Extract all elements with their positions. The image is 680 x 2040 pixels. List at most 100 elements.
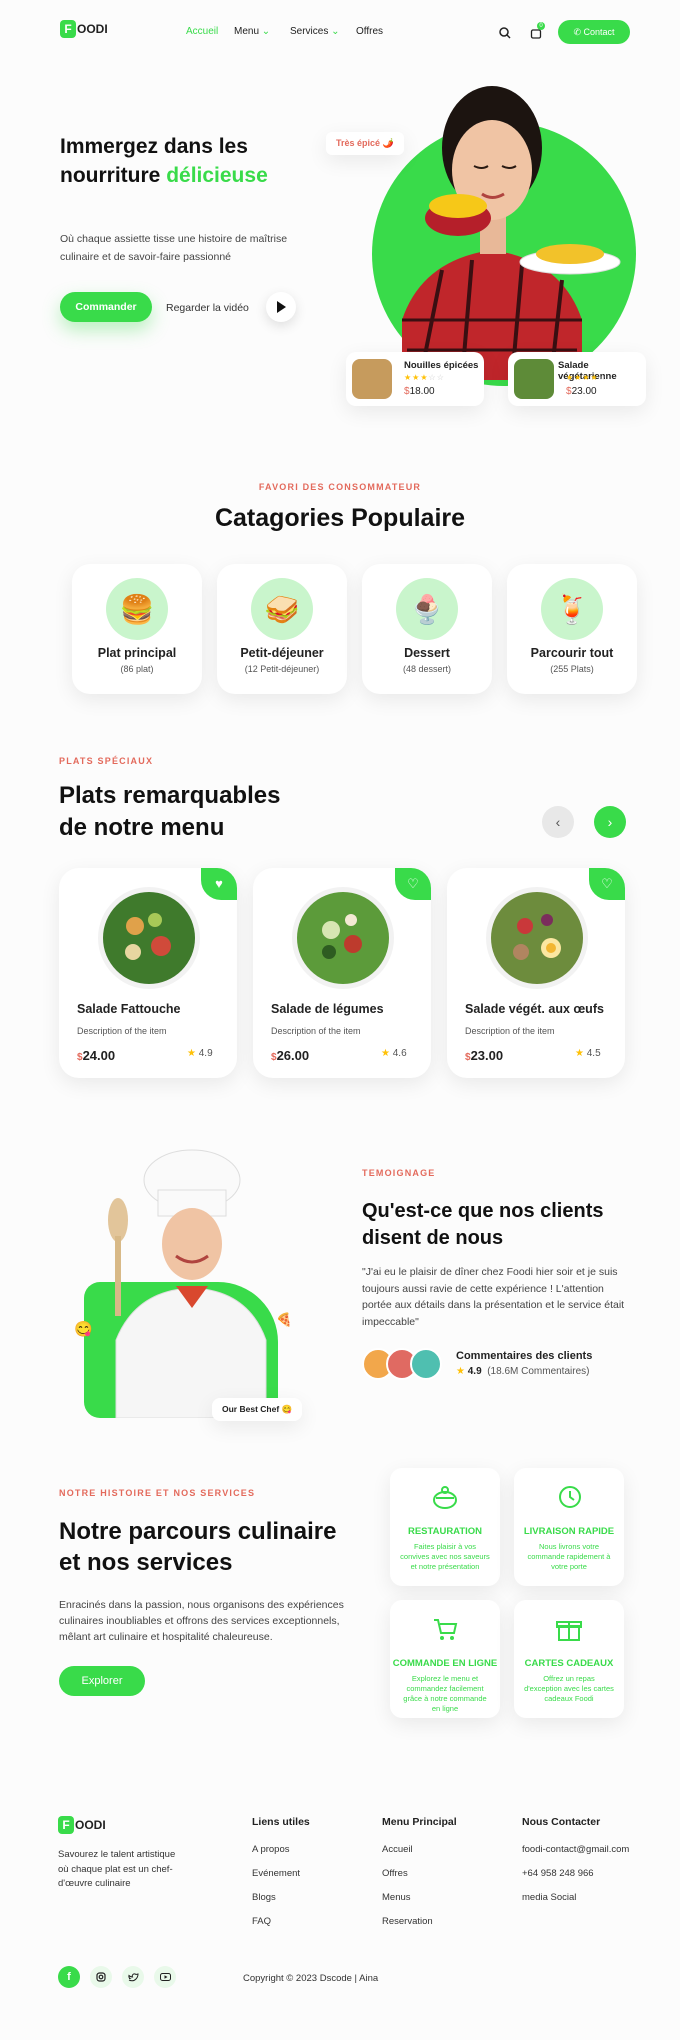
heart-icon[interactable]: ♥ <box>201 868 237 900</box>
facebook-icon[interactable]: f <box>58 1966 80 1988</box>
footer-link[interactable]: Accueil <box>382 1844 457 1855</box>
play-icon <box>277 301 286 313</box>
logo[interactable]: F OODI <box>60 20 108 38</box>
category-count: (86 plat) <box>120 664 154 674</box>
footer-link[interactable]: A propos <box>252 1844 310 1855</box>
dish-card[interactable]: ♡ Salade végét. aux œufs Description of … <box>447 868 625 1078</box>
dish-card[interactable]: ♥ Salade Fattouche Description of the it… <box>59 868 237 1078</box>
footer-link[interactable]: Menus <box>382 1892 457 1903</box>
heart-icon[interactable]: ♡ <box>395 868 431 900</box>
avatar <box>410 1348 442 1380</box>
nav-services[interactable]: Services ⌄ <box>290 26 356 37</box>
footer-link[interactable]: Offres <box>382 1868 457 1879</box>
service-card[interactable]: LIVRAISON RAPIDE Nous livrons votre comm… <box>514 1468 624 1586</box>
dish-description: Description of the item <box>271 1026 361 1036</box>
service-title: RESTAURATION <box>407 1526 483 1537</box>
hero-product-card[interactable]: Salade végétarienne ★★★★☆ $23.00 <box>508 352 646 406</box>
prev-arrow-button[interactable]: ‹ <box>542 806 574 838</box>
gift-icon <box>556 1621 582 1641</box>
dish-description: Description of the item <box>77 1026 167 1036</box>
service-description: Offrez un repas d'exception avec les car… <box>524 1674 614 1703</box>
order-button[interactable]: Commander <box>60 292 152 322</box>
service-title: COMMANDE EN LIGNE <box>392 1658 498 1669</box>
category-card[interactable]: 🥪 Petit-déjeuner (12 Petit-déjeuner) <box>217 564 347 694</box>
footer-link[interactable]: Reservation <box>382 1916 457 1927</box>
service-card[interactable]: CARTES CADEAUX Offrez un repas d'excepti… <box>514 1600 624 1718</box>
dish-name: Salade de légumes <box>271 1002 384 1016</box>
contact-button[interactable]: ✆ Contact <box>558 20 630 44</box>
nav-menu[interactable]: Menu ⌄ <box>234 26 290 37</box>
nav-offres[interactable]: Offres <box>356 26 383 37</box>
services-description: Enracinés dans la passion, nous organiso… <box>59 1599 344 1643</box>
heart-icon[interactable]: ♡ <box>589 868 625 900</box>
instagram-icon[interactable] <box>90 1966 112 1988</box>
logo-mark: F <box>60 20 76 38</box>
category-count: (48 dessert) <box>402 664 452 674</box>
salad-thumbnail <box>514 359 554 399</box>
next-arrow-button[interactable]: › <box>594 806 626 838</box>
dish-rating: ★ 4.9 <box>187 1048 213 1059</box>
footer-phone[interactable]: +64 958 248 966 <box>522 1868 629 1879</box>
category-count: (12 Petit-déjeuner) <box>244 664 320 674</box>
service-card[interactable]: COMMANDE EN LIGNE Explorez le menu et co… <box>390 1600 500 1718</box>
reviews-title: Commentaires des clients <box>456 1350 593 1362</box>
specials-subtitle: PLATS SPÉCIAUX <box>59 756 154 766</box>
chevron-left-icon: ‹ <box>555 814 561 830</box>
hero-product-card[interactable]: Nouilles épicées ★★★☆☆ $18.00 <box>346 352 484 406</box>
service-description: Nous livrons votre commande rapidement à… <box>527 1542 611 1571</box>
youtube-icon[interactable] <box>154 1966 176 1988</box>
chef-badge: Our Best Chef 😋 <box>212 1398 303 1421</box>
star-icon: ★ <box>187 1048 196 1059</box>
egg-salad-image <box>486 887 588 989</box>
dish-price: $26.00 <box>271 1048 310 1063</box>
footer-email[interactable]: foodi-contact@gmail.com <box>522 1844 629 1855</box>
service-description: Explorez le menu et commandez facilement… <box>403 1674 487 1713</box>
category-list: 🍔 Plat principal (86 plat) 🥪 Petit-déjeu… <box>72 564 637 694</box>
logo-text: OODI <box>75 1818 106 1832</box>
footer-link[interactable]: Evénement <box>252 1868 310 1879</box>
footer-col-title: Liens utiles <box>252 1816 310 1828</box>
fast-delivery-icon <box>559 1486 581 1508</box>
star-icon: ★ <box>575 1048 584 1059</box>
category-name: Parcourir tout <box>530 646 614 660</box>
star-icon: ★ <box>381 1048 390 1059</box>
logo-mark: F <box>58 1816 74 1834</box>
copyright: Copyright © 2023 Dscode | Aina <box>243 1973 379 1984</box>
nav-accueil[interactable]: Accueil <box>186 26 234 37</box>
services-title: Notre parcours culinaire et nos services <box>59 1518 337 1576</box>
twitter-icon[interactable] <box>122 1966 144 1988</box>
shopping-cart-icon <box>434 1619 458 1640</box>
watch-video-link[interactable]: Regarder la vidéo <box>166 302 249 314</box>
categories-subtitle: FAVORI DES CONSOMMATEUR <box>258 482 422 492</box>
category-card[interactable]: 🍹 Parcourir tout (255 Plats) <box>507 564 637 694</box>
play-button[interactable] <box>266 292 296 322</box>
category-card[interactable]: 🍨 Dessert (48 dessert) <box>362 564 492 694</box>
category-name: Petit-déjeuner <box>240 646 324 660</box>
explore-button[interactable]: Explorer <box>59 1666 145 1696</box>
search-icon[interactable] <box>499 27 511 39</box>
hero-woman-image <box>402 86 621 380</box>
product-price: $18.00 <box>404 386 435 397</box>
dish-rating: ★ 4.5 <box>575 1048 601 1059</box>
footer-social[interactable]: media Social <box>522 1892 629 1903</box>
phone-icon: ✆ <box>573 27 581 37</box>
service-card[interactable]: RESTAURATION Faites plaisir à vos conviv… <box>390 1468 500 1586</box>
chef-image <box>108 1149 267 1418</box>
service-description: Faites plaisir à vos convives avec nos s… <box>400 1542 490 1571</box>
testimonial-title: Qu'est-ce que nos clients disent de nous <box>362 1200 604 1249</box>
footer-link[interactable]: FAQ <box>252 1916 310 1927</box>
drink-icon: 🍹 <box>541 578 603 640</box>
logo-text: OODI <box>77 22 108 36</box>
dish-name: Salade végét. aux œufs <box>465 1002 604 1016</box>
footer-col-contact: Nous Contacter foodi-contact@gmail.com +… <box>522 1816 629 1903</box>
footer-link[interactable]: Blogs <box>252 1892 310 1903</box>
dish-rating: ★ 4.6 <box>381 1048 407 1059</box>
category-card[interactable]: 🍔 Plat principal (86 plat) <box>72 564 202 694</box>
footer-about: Savourez le talent artistique où chaque … <box>58 1849 176 1889</box>
hero-title: Immergez dans les nourriture délicieuse <box>60 135 268 187</box>
dish-name: Salade Fattouche <box>77 1002 181 1016</box>
footer-logo[interactable]: F OODI <box>58 1816 106 1834</box>
footer-col-title: Nous Contacter <box>522 1816 601 1828</box>
dish-card[interactable]: ♡ Salade de légumes Description of the i… <box>253 868 431 1078</box>
cart-button[interactable]: 0 <box>530 22 545 39</box>
